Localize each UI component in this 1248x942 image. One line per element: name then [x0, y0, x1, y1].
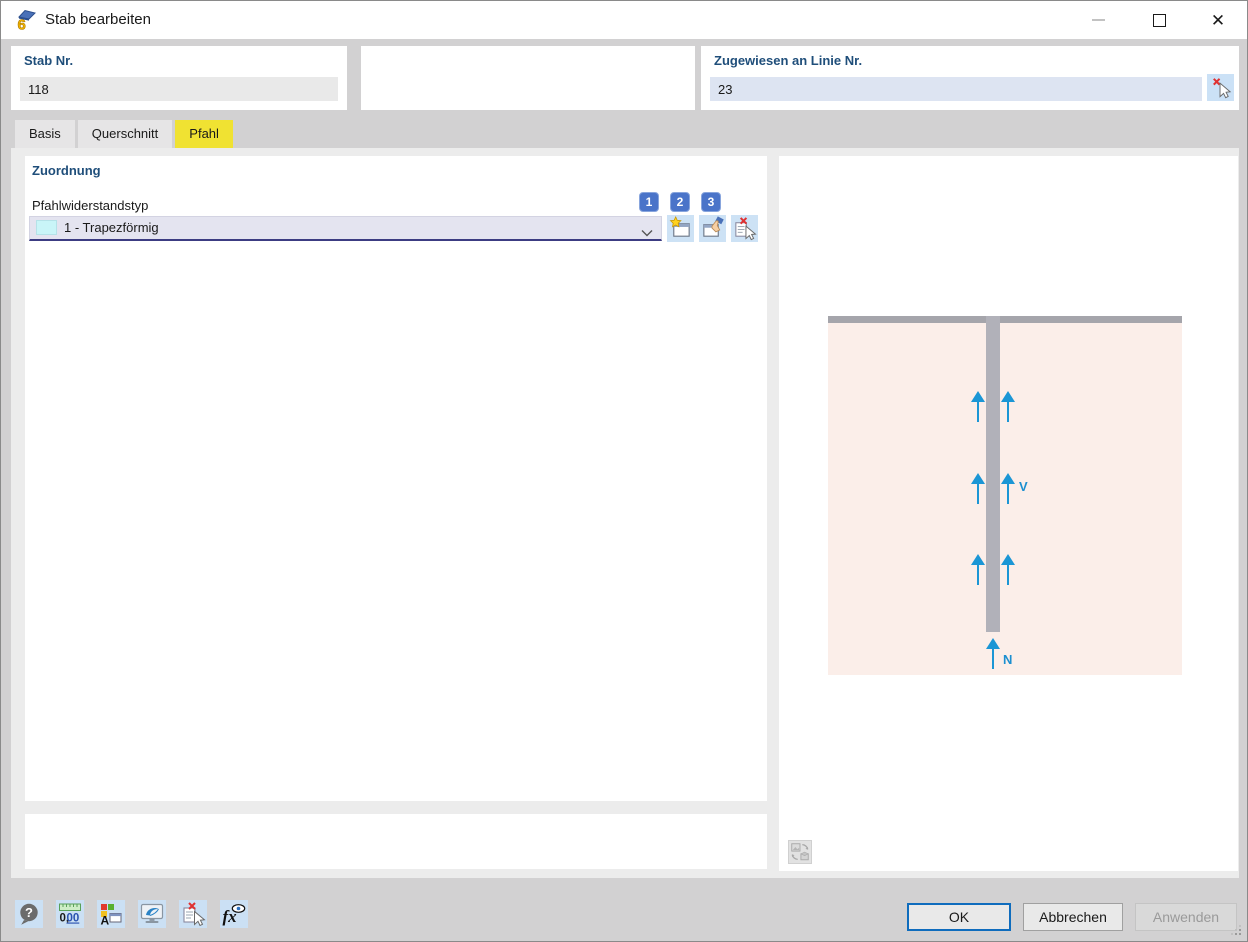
app-logo-icon: 6	[14, 8, 38, 32]
new-type-button[interactable]	[667, 215, 694, 242]
tab-pfahl[interactable]: Pfahl	[175, 120, 233, 148]
member-number-field[interactable]	[20, 77, 338, 101]
skin-friction-arrow	[971, 554, 985, 585]
rendering-button[interactable]	[138, 900, 166, 928]
deselect-pointer-button[interactable]	[1207, 74, 1234, 101]
pile-member	[986, 316, 1000, 632]
comment-box[interactable]	[25, 814, 767, 869]
skin-friction-arrow	[971, 473, 985, 504]
pile-preview-panel: V N	[779, 156, 1238, 871]
color-swatch	[36, 220, 57, 235]
svg-text:00: 00	[67, 913, 80, 925]
main-panel: Zuordnung Pfahlwiderstandstyp 1 2 3 1 - …	[11, 148, 1239, 878]
maximize-icon	[1153, 14, 1166, 27]
assigned-line-field[interactable]	[710, 77, 1202, 101]
member-number-label: Stab Nr.	[24, 53, 73, 68]
delete-assignment-button[interactable]	[179, 900, 207, 928]
close-icon: ✕	[1211, 12, 1225, 29]
display-properties-button[interactable]: A	[97, 900, 125, 928]
chevron-down-icon	[641, 224, 653, 242]
monitor-icon	[139, 901, 165, 927]
formula-visibility-button[interactable]: fx	[220, 900, 248, 928]
dialog-stab-bearbeiten: 6 Stab bearbeiten ✕ Stab Nr. Zugewiesen …	[0, 0, 1248, 942]
units-settings-button[interactable]: 0, 00	[56, 900, 84, 928]
tab-querschnitt[interactable]: Querschnitt	[78, 120, 172, 148]
resize-grip[interactable]	[1231, 925, 1241, 935]
cancel-button[interactable]: Abbrechen	[1023, 903, 1123, 931]
empty-header-box	[361, 46, 695, 110]
dropdown-selected-value: 1 - Trapezförmig	[64, 217, 159, 239]
skin-friction-arrow	[1001, 391, 1015, 422]
member-number-group: Stab Nr.	[11, 46, 347, 110]
minimize-icon	[1092, 19, 1105, 21]
assignment-section: Zuordnung Pfahlwiderstandstyp 1 2 3 1 - …	[25, 156, 767, 801]
toggle-view-button[interactable]	[788, 840, 812, 864]
edit-window-hand-icon	[700, 216, 725, 241]
ground-surface	[828, 316, 1182, 323]
delete-pointer-icon	[732, 216, 757, 241]
units-icon: 0, 00	[57, 901, 83, 927]
axial-force-label: N	[1003, 652, 1012, 667]
section-title: Zuordnung	[32, 163, 101, 178]
delete-type-button[interactable]	[731, 215, 758, 242]
swap-view-icon	[789, 841, 811, 863]
quick-select-2-button[interactable]: 2	[670, 192, 690, 212]
pointer-red-x-icon	[1208, 75, 1233, 100]
apply-button[interactable]: Anwenden	[1135, 903, 1237, 931]
svg-text:6: 6	[18, 17, 26, 33]
assigned-line-label: Zugewiesen an Linie Nr.	[714, 53, 862, 68]
edit-type-button[interactable]	[699, 215, 726, 242]
maximize-button[interactable]	[1136, 1, 1182, 39]
ok-button[interactable]: OK	[907, 903, 1011, 931]
new-window-star-icon	[668, 216, 693, 241]
skin-friction-arrow	[971, 391, 985, 422]
svg-text:A: A	[101, 914, 110, 928]
window-title: Stab bearbeiten	[45, 11, 151, 28]
pile-resistance-type-dropdown[interactable]: 1 - Trapezförmig	[29, 216, 662, 241]
help-icon: ?	[16, 901, 42, 927]
pile-resistance-type-label: Pfahlwiderstandstyp	[32, 198, 148, 213]
quick-select-1-button[interactable]: 1	[639, 192, 659, 212]
tab-basis[interactable]: Basis	[15, 120, 75, 148]
minimize-button[interactable]	[1075, 1, 1121, 39]
base-resistance-arrow	[986, 638, 1000, 669]
formula-eye-icon: fx	[221, 901, 247, 927]
titlebar[interactable]: 6 Stab bearbeiten ✕	[1, 1, 1247, 39]
tab-bar: Basis Querschnitt Pfahl	[15, 120, 233, 148]
skin-friction-arrow	[1001, 473, 1015, 504]
help-button[interactable]: ?	[15, 900, 43, 928]
assigned-line-group: Zugewiesen an Linie Nr.	[701, 46, 1239, 110]
skin-friction-arrow	[1001, 554, 1015, 585]
close-button[interactable]: ✕	[1195, 1, 1241, 39]
quick-select-3-button[interactable]: 3	[701, 192, 721, 212]
svg-text:?: ?	[25, 905, 33, 920]
display-settings-icon: A	[98, 901, 124, 927]
delete-pointer-icon	[180, 901, 206, 927]
shear-force-label: V	[1019, 479, 1028, 494]
